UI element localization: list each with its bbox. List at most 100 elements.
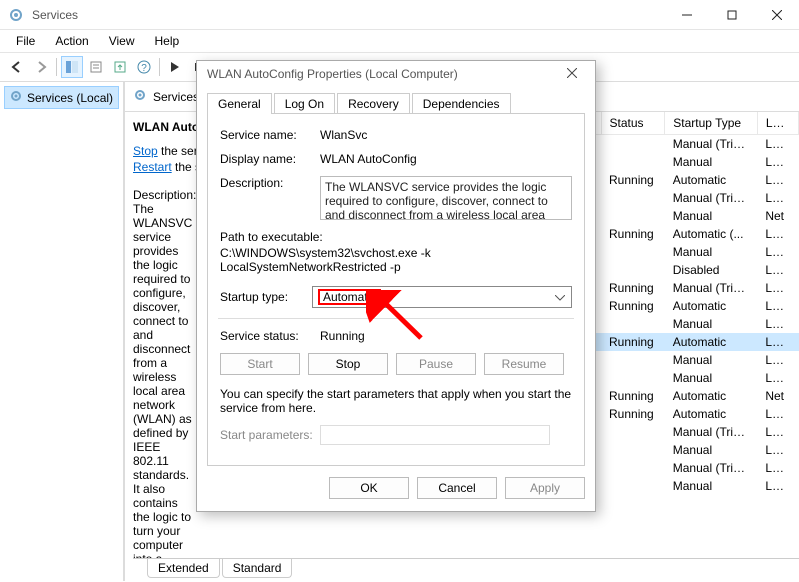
cancel-button[interactable]: Cancel (417, 477, 497, 499)
stop-button[interactable]: Stop (308, 353, 388, 375)
help-text: You can specify the start parameters tha… (220, 387, 572, 415)
label-startup-type: Startup type: (220, 290, 312, 304)
start-service-icon[interactable] (164, 56, 186, 78)
status-cell: Running (601, 279, 665, 297)
status-cell (601, 441, 665, 459)
gear-icon (133, 88, 147, 105)
startup-cell: Manual (Trig... (665, 135, 758, 154)
dialog-title-bar: WLAN AutoConfig Properties (Local Comput… (197, 61, 595, 87)
restart-service-link[interactable]: Restart (133, 160, 172, 174)
tab-extended[interactable]: Extended (147, 559, 220, 578)
startup-cell: Manual (665, 315, 758, 333)
tab-recovery[interactable]: Recovery (337, 93, 410, 114)
status-cell (601, 423, 665, 441)
tab-general[interactable]: General (207, 93, 272, 114)
back-icon[interactable] (6, 56, 28, 78)
chevron-down-icon (555, 290, 565, 304)
label-description: Description: (220, 176, 320, 190)
col-logon[interactable]: Log On As (757, 112, 798, 135)
start-button[interactable]: Start (220, 353, 300, 375)
properties-dialog: WLAN AutoConfig Properties (Local Comput… (196, 60, 596, 512)
startup-cell: Automatic (665, 387, 758, 405)
detail-pane: WLAN AutoConfig Stop the service Restart… (125, 112, 205, 558)
properties-icon[interactable] (85, 56, 107, 78)
forward-icon[interactable] (30, 56, 52, 78)
app-gear-icon (8, 7, 24, 23)
dialog-close-icon[interactable] (559, 67, 585, 81)
label-start-params: Start parameters: (220, 428, 320, 442)
menu-file[interactable]: File (8, 32, 43, 50)
menu-view[interactable]: View (101, 32, 143, 50)
startup-cell: Manual (665, 153, 758, 171)
col-status[interactable]: Status (601, 112, 665, 135)
label-path: Path to executable: (220, 230, 572, 244)
logon-cell: Loca (757, 189, 798, 207)
start-params-input (320, 425, 550, 445)
label-service-name: Service name: (220, 128, 320, 142)
logon-cell: Loca (757, 441, 798, 459)
sidebar-item-label: Services (Local) (27, 91, 113, 105)
startup-cell: Manual (665, 477, 758, 495)
logon-cell: Loca (757, 297, 798, 315)
tab-logon[interactable]: Log On (274, 93, 335, 114)
value-path: C:\WINDOWS\system32\svchost.exe -k Local… (220, 246, 572, 274)
status-cell (601, 261, 665, 279)
logon-cell: Loca (757, 279, 798, 297)
maximize-button[interactable] (709, 1, 754, 29)
startup-cell: Automatic (665, 297, 758, 315)
menu-help[interactable]: Help (147, 32, 188, 50)
window-controls (664, 1, 799, 29)
logon-cell: Loca (757, 243, 798, 261)
startup-cell: Automatic (... (665, 225, 758, 243)
minimize-button[interactable] (664, 1, 709, 29)
menu-action[interactable]: Action (47, 32, 96, 50)
close-button[interactable] (754, 1, 799, 29)
startup-cell: Manual (665, 207, 758, 225)
startup-cell: Manual (665, 351, 758, 369)
status-cell (601, 315, 665, 333)
startup-type-dropdown[interactable]: Automatic (312, 286, 572, 308)
logon-cell: Loca (757, 351, 798, 369)
logon-cell: Loca (757, 225, 798, 243)
help-icon[interactable]: ? (133, 56, 155, 78)
col-startup[interactable]: Startup Type (665, 112, 758, 135)
menu-bar: File Action View Help (0, 30, 799, 53)
logon-cell: Loca (757, 405, 798, 423)
status-cell: Running (601, 387, 665, 405)
logon-cell: Loca (757, 423, 798, 441)
status-cell: Running (601, 297, 665, 315)
status-cell: Running (601, 405, 665, 423)
resume-button[interactable]: Resume (484, 353, 564, 375)
logon-cell: Net (757, 387, 798, 405)
tab-standard[interactable]: Standard (222, 559, 293, 578)
startup-cell: Automatic (665, 405, 758, 423)
logon-cell: Loca (757, 459, 798, 477)
ok-button[interactable]: OK (329, 477, 409, 499)
value-display-name: WLAN AutoConfig (320, 152, 572, 166)
description-box[interactable]: The WLANSVC service provides the logic r… (320, 176, 572, 220)
label-service-status: Service status: (220, 329, 320, 343)
pause-button[interactable]: Pause (396, 353, 476, 375)
status-cell (601, 153, 665, 171)
description-heading: Description: (133, 188, 197, 202)
startup-cell: Manual (665, 243, 758, 261)
value-service-name: WlanSvc (320, 128, 572, 142)
dialog-tabs: General Log On Recovery Dependencies (197, 87, 595, 114)
logon-cell: Loca (757, 333, 798, 351)
status-cell: Running (601, 225, 665, 243)
apply-button[interactable]: Apply (505, 477, 585, 499)
dialog-body: Service name: WlanSvc Display name: WLAN… (207, 113, 585, 466)
value-service-status: Running (320, 329, 572, 343)
status-cell (601, 135, 665, 154)
show-hide-tree-icon[interactable] (61, 56, 83, 78)
dialog-title: WLAN AutoConfig Properties (Local Comput… (207, 67, 559, 81)
status-cell (601, 477, 665, 495)
tab-dependencies[interactable]: Dependencies (412, 93, 511, 114)
export-icon[interactable] (109, 56, 131, 78)
sidebar-item-services-local[interactable]: Services (Local) (4, 86, 119, 109)
stop-service-link[interactable]: Stop (133, 144, 158, 158)
startup-cell: Manual (Trig... (665, 189, 758, 207)
label-display-name: Display name: (220, 152, 320, 166)
startup-cell: Manual (665, 369, 758, 387)
view-tabs: Extended Standard (133, 558, 799, 581)
